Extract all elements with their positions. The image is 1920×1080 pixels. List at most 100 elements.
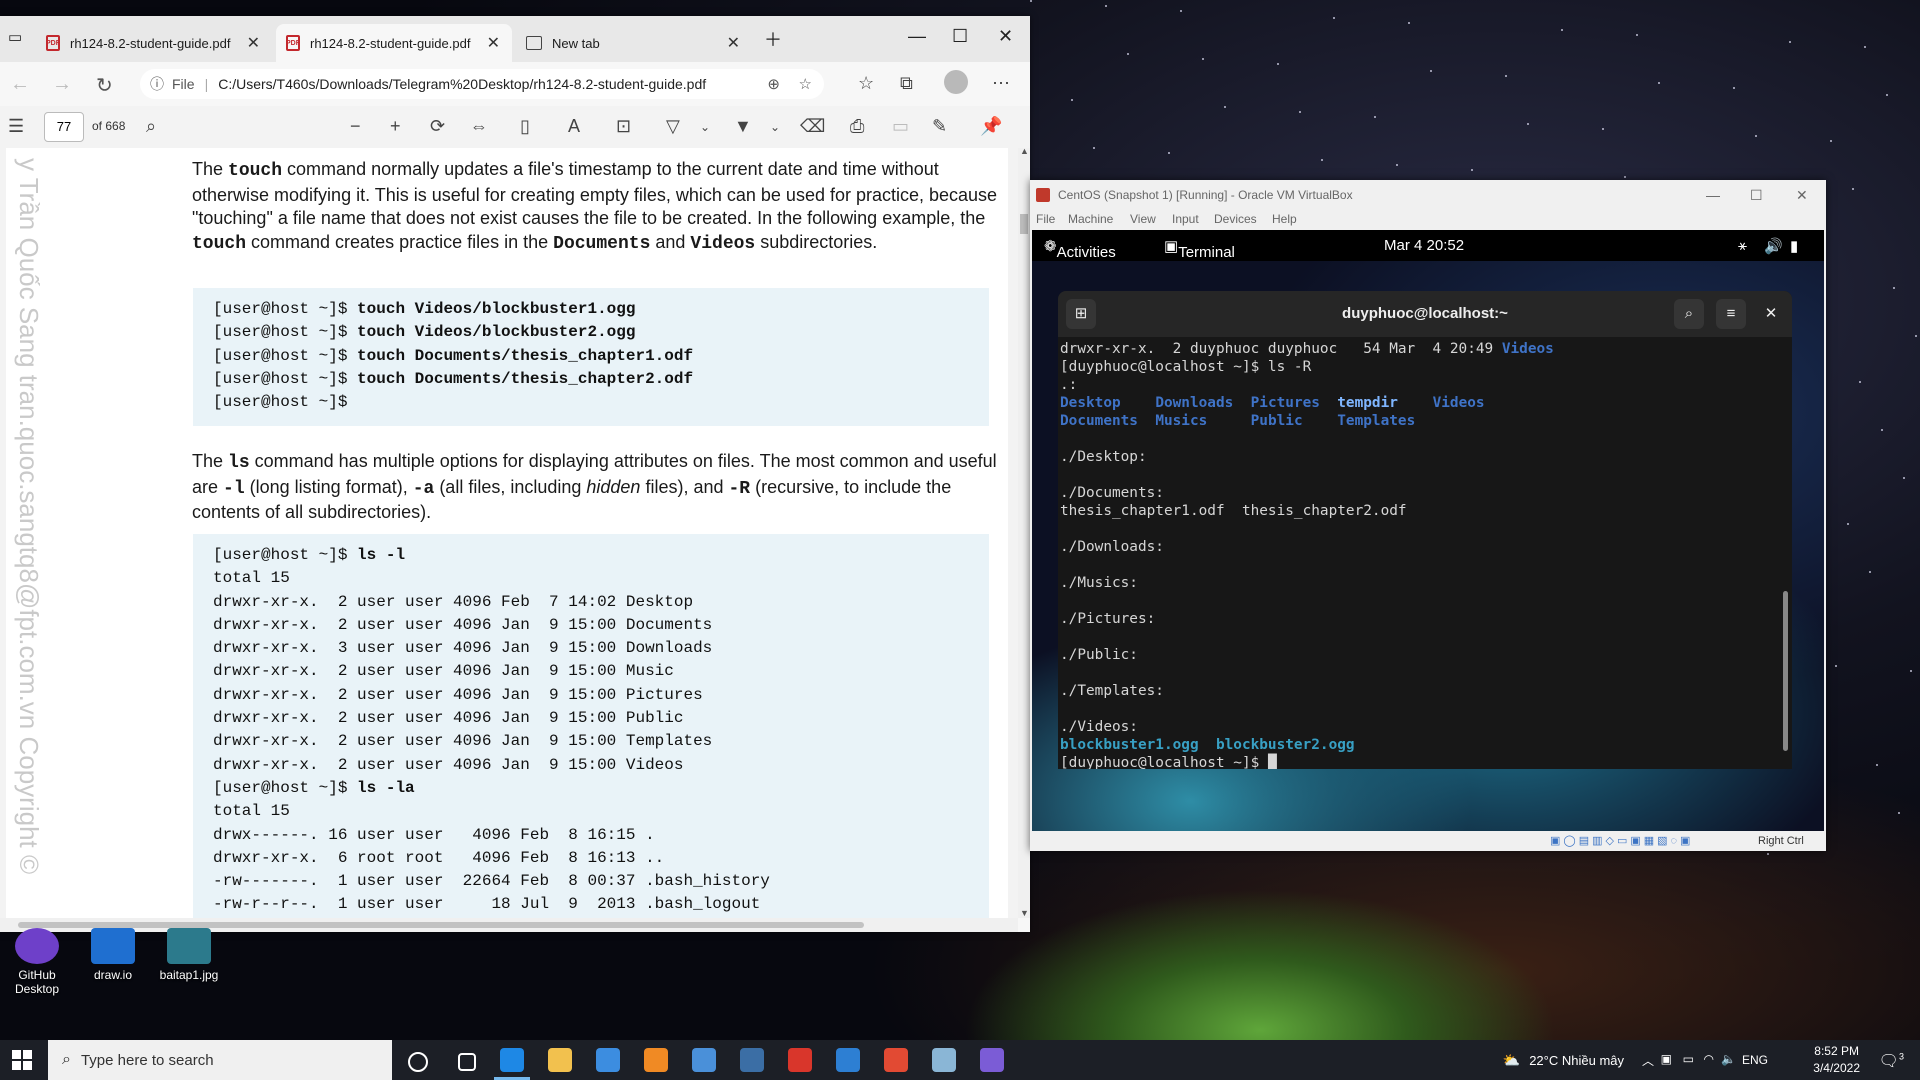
weather-text[interactable]: 22°C Nhiều mây — [1529, 1053, 1624, 1068]
weather-icon[interactable]: ⛅ — [1503, 1052, 1520, 1069]
network-icon[interactable]: ⚹ — [1738, 237, 1747, 254]
volume-icon[interactable]: 🔊 — [1764, 237, 1783, 255]
menu-help[interactable]: Help — [1272, 212, 1297, 226]
close-window-icon[interactable]: ✕ — [1796, 187, 1808, 204]
refresh-icon[interactable]: ↻ — [96, 73, 113, 98]
favorites-icon[interactable]: ☆ — [858, 73, 874, 94]
edge-icon[interactable] — [494, 1048, 530, 1080]
print-icon[interactable]: ⎙ — [850, 116, 864, 137]
save-as-icon[interactable]: ✎ — [932, 116, 947, 137]
search-icon[interactable]: ⌕ — [146, 116, 156, 137]
file-explorer-icon[interactable] — [548, 1048, 572, 1072]
horizontal-scrollbar[interactable] — [0, 918, 1018, 932]
info-icon[interactable]: ⓘ — [150, 74, 164, 94]
tab-pdf-1[interactable]: PDF rh124-8.2-student-guide.pdf ✕ — [36, 24, 272, 62]
vscode-icon[interactable] — [836, 1048, 860, 1072]
page-number-input[interactable]: 77 — [44, 112, 84, 142]
rotate-icon[interactable]: ⟳ — [430, 116, 445, 137]
page-view-icon[interactable]: ▯ — [520, 116, 530, 137]
chrome-icon[interactable] — [884, 1048, 908, 1072]
volume-icon[interactable]: 🔈 — [1721, 1052, 1736, 1066]
erase-icon[interactable]: ⌫ — [800, 116, 825, 137]
pdf-viewer[interactable]: y Trần Quốc Sang tran.quoc.sangtq8@fpt.c… — [0, 148, 1018, 918]
collections-icon[interactable]: ⧉ — [900, 73, 913, 94]
desktop-icon-drawio[interactable]: draw.io — [78, 928, 148, 982]
terminal-output[interactable]: drwxr-xr-x. 2 duyphuoc duyphuoc 54 Mar 4… — [1060, 340, 1780, 769]
store-icon[interactable] — [692, 1048, 716, 1072]
zoom-in-icon[interactable]: + — [390, 116, 401, 137]
maximize-icon[interactable]: ☐ — [952, 26, 968, 47]
hamburger-menu-icon[interactable]: ≡ — [1716, 299, 1746, 329]
close-window-icon[interactable]: ✕ — [998, 26, 1013, 47]
cortana-icon[interactable] — [408, 1052, 428, 1072]
battery-icon[interactable]: ▭ — [1683, 1052, 1694, 1066]
minimize-icon[interactable]: — — [908, 26, 926, 47]
url-field[interactable]: ⓘ File | C:/Users/T460s/Downloads/Telegr… — [140, 69, 824, 99]
draw-options-chevron-icon[interactable]: ⌄ — [700, 120, 710, 134]
mail-icon[interactable] — [596, 1048, 620, 1072]
taskbar-search[interactable]: ⌕ Type here to search — [48, 1040, 392, 1080]
fit-page-icon[interactable]: ⇔ — [470, 116, 488, 137]
minimize-icon[interactable]: — — [1706, 187, 1720, 203]
input-language[interactable]: ENG — [1742, 1053, 1768, 1067]
viber-icon[interactable] — [980, 1048, 1004, 1072]
pin-toolbar-icon[interactable]: 📌 — [980, 116, 1002, 137]
close-tab-icon[interactable]: ✕ — [487, 33, 500, 53]
back-icon[interactable]: ← — [10, 73, 30, 96]
desktop-icon-github[interactable]: GitHub Desktop — [2, 928, 72, 996]
star — [1333, 17, 1335, 19]
task-view-icon[interactable] — [458, 1053, 476, 1071]
scroll-down-icon[interactable]: ▼ — [1020, 908, 1029, 918]
virtualbox-icon[interactable] — [740, 1048, 764, 1072]
favorite-add-icon[interactable]: ☆ — [799, 75, 812, 93]
gnome-clock[interactable]: Mar 4 20:52 — [1384, 237, 1464, 254]
tab-new[interactable]: New tab ✕ — [516, 24, 752, 62]
terminal-app-menu[interactable]: ▣ Terminal — [1164, 237, 1235, 261]
battery-icon[interactable]: ▮ — [1790, 237, 1798, 255]
sublime-icon[interactable] — [644, 1048, 668, 1072]
vertical-scrollbar[interactable]: ▲ ▼ — [1018, 146, 1030, 918]
menu-devices[interactable]: Devices — [1214, 212, 1257, 226]
close-tab-icon[interactable]: ✕ — [727, 33, 740, 53]
highlight-icon[interactable]: ▼ — [734, 116, 752, 137]
notepad-icon[interactable] — [932, 1048, 956, 1072]
start-button[interactable] — [12, 1050, 32, 1070]
add-text-icon[interactable]: ⊡ — [616, 116, 631, 137]
terminal-scrollbar[interactable] — [1783, 591, 1788, 751]
read-aloud-icon[interactable]: A — [568, 116, 580, 137]
scroll-up-icon[interactable]: ▲ — [1020, 146, 1029, 156]
desktop-icon-baitap1[interactable]: baitap1.jpg — [154, 928, 224, 982]
new-tab-plus-icon[interactable]: ＋ — [764, 26, 782, 52]
tab-actions-icon[interactable]: ▭ — [8, 28, 22, 46]
draw-icon[interactable]: ▽ — [666, 116, 680, 137]
contents-icon[interactable]: ☰ — [8, 116, 24, 137]
zoom-out-icon[interactable]: − — [350, 116, 361, 137]
code-prompt: drwxr-xr-x. 2 user user 4096 Jan 9 15:00… — [213, 685, 703, 704]
vbox-status-icons[interactable]: ▣◯▤▥◇▭▣▦▧◌▣ — [1550, 834, 1693, 847]
close-icon[interactable]: ✕ — [1756, 299, 1786, 329]
search-icon[interactable]: ⌕ — [1674, 299, 1704, 329]
tray-app-icon[interactable]: ▣ — [1661, 1052, 1672, 1066]
tab-pdf-2[interactable]: PDF rh124-8.2-student-guide.pdf ✕ — [276, 24, 512, 62]
forward-icon[interactable]: → — [52, 73, 72, 96]
notification-icon[interactable]: 🗨3 — [1879, 1051, 1904, 1071]
profile-avatar[interactable] — [944, 70, 968, 94]
menu-input[interactable]: Input — [1172, 212, 1199, 226]
more-menu-icon[interactable]: ⋯ — [992, 73, 1010, 94]
close-tab-icon[interactable]: ✕ — [247, 33, 260, 53]
maximize-icon[interactable]: ☐ — [1750, 187, 1763, 204]
guest-screen[interactable]: ❁ Activities ▣ Terminal Mar 4 20:52 ⚹ 🔊 … — [1032, 230, 1824, 831]
menu-file[interactable]: File — [1036, 212, 1055, 226]
tray-overflow-icon[interactable]: ︿ — [1642, 1052, 1654, 1069]
terminal-window[interactable]: ⊞ duyphuoc@localhost:~ ⌕ ≡ ✕ drwxr-xr-x.… — [1058, 291, 1792, 769]
highlight-options-chevron-icon[interactable]: ⌄ — [770, 120, 780, 134]
wifi-icon[interactable]: ◠ — [1704, 1052, 1714, 1066]
app-red-icon[interactable] — [788, 1048, 812, 1072]
zoom-icon[interactable]: ⊕ — [767, 75, 780, 93]
save-icon[interactable]: ▭ — [892, 116, 909, 137]
menu-machine[interactable]: Machine — [1068, 212, 1113, 226]
menu-view[interactable]: View — [1130, 212, 1156, 226]
activities-button[interactable]: ❁ Activities — [1044, 237, 1116, 261]
clock[interactable]: 8:52 PM 3/4/2022 — [1813, 1044, 1860, 1075]
scroll-thumb[interactable] — [1020, 214, 1028, 234]
